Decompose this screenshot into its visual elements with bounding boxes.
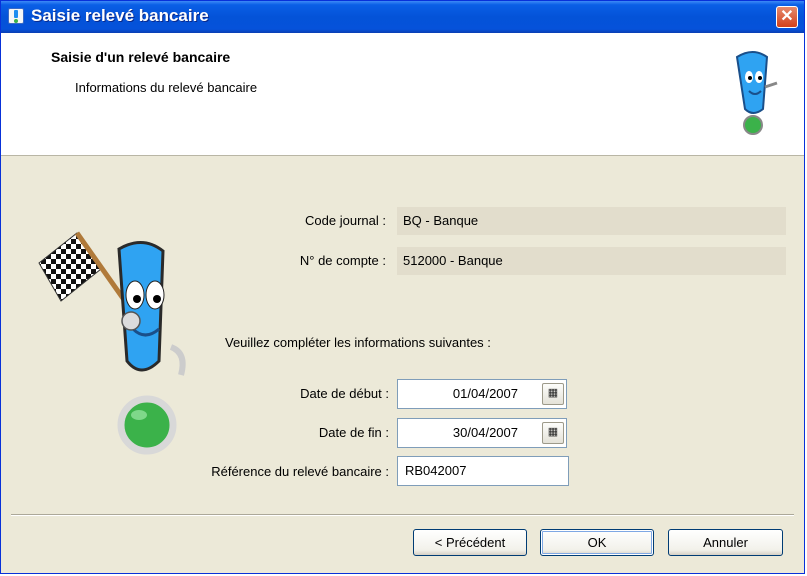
reference-value: RB042007 xyxy=(405,463,467,478)
app-icon xyxy=(8,8,24,24)
close-button[interactable]: ✕ xyxy=(776,6,798,28)
dialog-window: Saisie relevé bancaire ✕ Saisie d'un rel… xyxy=(0,0,805,574)
date-debut-label: Date de début : xyxy=(300,386,389,401)
calendar-icon: ▦ xyxy=(547,387,559,399)
date-debut-calendar-button[interactable]: ▦ xyxy=(542,383,564,405)
compte-label: N° de compte : xyxy=(299,253,386,268)
date-debut-value: 01/04/2007 xyxy=(452,386,518,401)
previous-button[interactable]: < Précédent xyxy=(413,529,527,556)
title-bar[interactable]: Saisie relevé bancaire ✕ xyxy=(1,1,804,33)
calendar-icon: ▦ xyxy=(547,426,559,438)
reference-input[interactable]: RB042007 xyxy=(397,456,569,486)
date-fin-value: 30/04/2007 xyxy=(452,425,518,440)
date-fin-calendar-button[interactable]: ▦ xyxy=(542,422,564,444)
header-title: Saisie d'un relevé bancaire xyxy=(51,49,231,65)
instruction-text: Veuillez compléter les informations suiv… xyxy=(225,335,491,350)
mascot-small-icon xyxy=(735,51,778,135)
wizard-header: Saisie d'un relevé bancaire Informations… xyxy=(1,33,804,156)
code-journal-label: Code journal : xyxy=(305,213,386,228)
date-debut-input[interactable]: 01/04/2007 ▦ xyxy=(397,379,567,409)
mascot-flag-icon xyxy=(38,231,186,455)
footer-separator xyxy=(11,514,794,516)
reference-label: Référence du relevé bancaire : xyxy=(211,464,389,479)
ok-button[interactable]: OK xyxy=(540,529,654,556)
code-journal-value: BQ - Banque xyxy=(397,207,786,235)
date-fin-label: Date de fin : xyxy=(318,425,389,440)
header-subtitle: Informations du relevé bancaire xyxy=(75,80,258,95)
compte-value: 512000 - Banque xyxy=(397,247,786,275)
date-fin-input[interactable]: 30/04/2007 ▦ xyxy=(397,418,567,448)
window-title: Saisie relevé bancaire xyxy=(31,6,209,25)
cancel-button[interactable]: Annuler xyxy=(668,529,783,556)
